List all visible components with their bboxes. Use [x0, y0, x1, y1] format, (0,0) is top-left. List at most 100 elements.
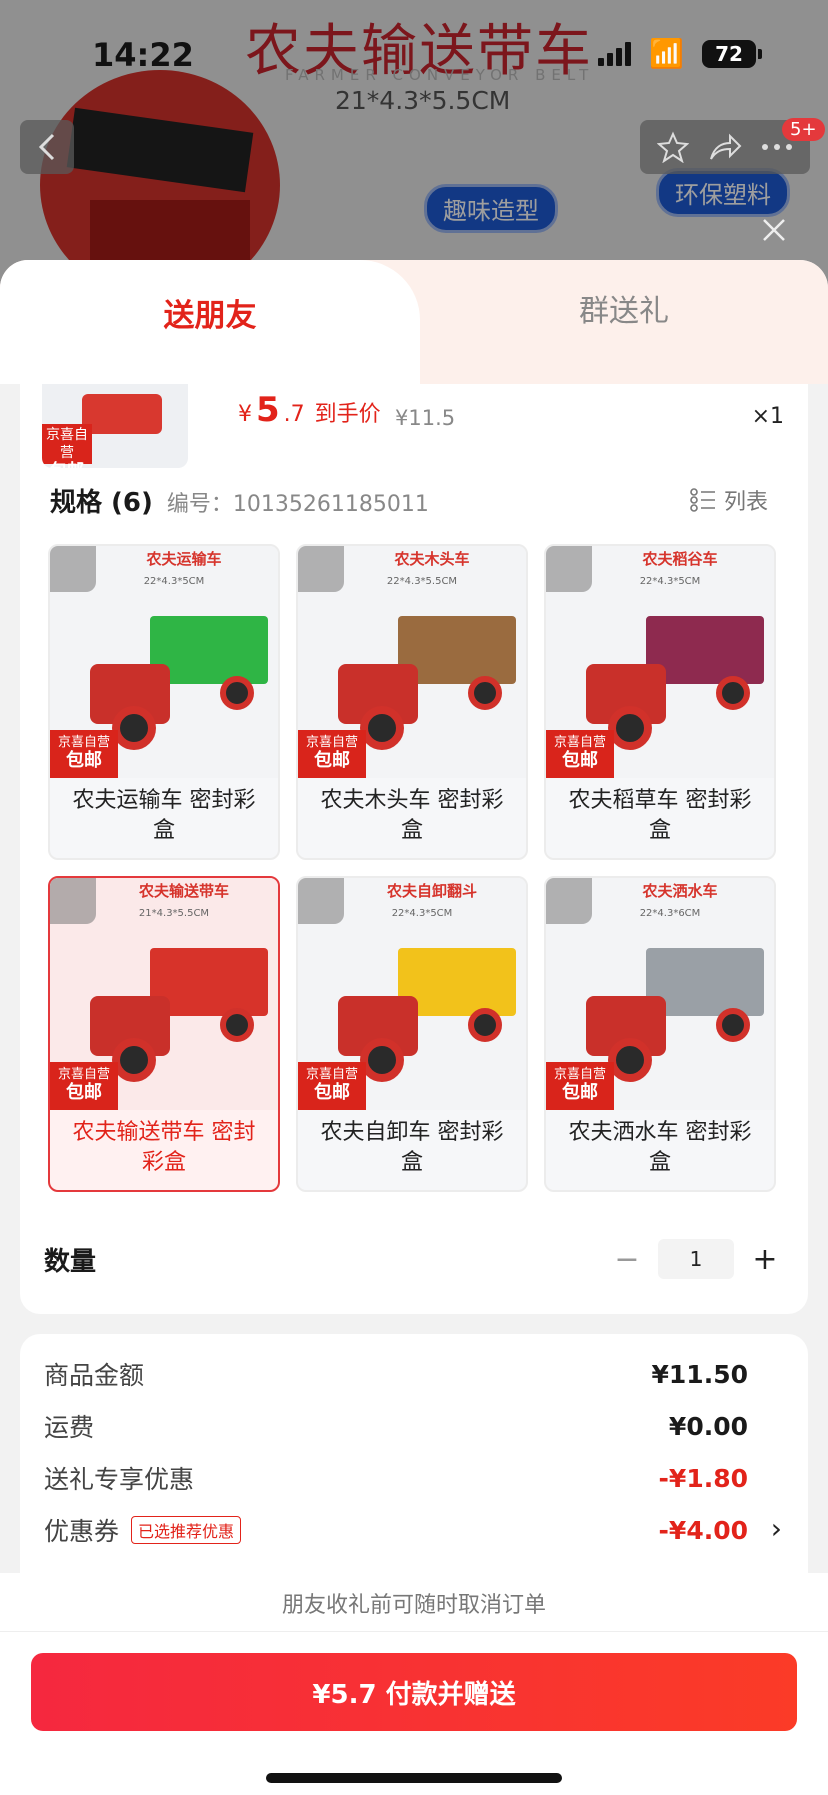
pay-and-gift-button[interactable]: ¥5.7 付款并赠送	[31, 1653, 797, 1731]
zoom-icon[interactable]	[546, 546, 592, 592]
wheel-shape	[468, 676, 502, 710]
spec-title: 规格 (6)	[50, 488, 153, 518]
spec-option-image: 农夫自卸翻斗 22*4.3*5CM 京喜自营 包邮	[298, 878, 526, 1110]
cart-badge: 5+	[782, 118, 825, 141]
spec-option-image: 农夫洒水车 22*4.3*6CM 京喜自营 包邮	[546, 878, 774, 1110]
original-price: ¥11.5	[395, 406, 456, 430]
spec-option[interactable]: 农夫木头车 22*4.3*5.5CM 京喜自营 包邮 农夫木头车 密封彩盒	[296, 544, 528, 860]
spec-option-label: 农夫运输车 密封彩盒	[72, 788, 256, 843]
decrease-button[interactable]: −	[608, 1240, 646, 1278]
spec-option[interactable]: 农夫稻谷车 22*4.3*5CM 京喜自营 包邮农夫稻草车 密封彩盒	[544, 544, 776, 860]
star-icon[interactable]	[657, 131, 690, 163]
summary-row-coupon[interactable]: 优惠券 已选推荐优惠 -¥4.00	[44, 1510, 748, 1550]
self-operated-badge: 京喜自营 包邮	[546, 730, 614, 778]
badge-text: 包邮	[66, 1082, 102, 1103]
price-decimal: .7	[283, 402, 305, 427]
divider	[0, 1631, 828, 1632]
summary-row-shipping: 运费 ¥0.00	[44, 1406, 748, 1446]
close-button[interactable]	[756, 212, 792, 248]
summary-label: 商品金额	[44, 1361, 145, 1390]
spec-option[interactable]: 农夫洒水车 22*4.3*6CM 京喜自营 包邮农夫洒水车 密封彩盒	[544, 876, 776, 1192]
self-operated-badge: 京喜自营 包邮	[298, 730, 366, 778]
wheel-shape	[112, 706, 156, 750]
back-button[interactable]	[20, 120, 74, 174]
badge-text: 包邮	[562, 1082, 598, 1103]
spec-option-label: 农夫自卸车 密封彩盒	[320, 1120, 504, 1175]
badge-text: 京喜自营	[553, 1067, 606, 1082]
summary-label: 运费	[44, 1413, 95, 1442]
summary-label: 优惠券 已选推荐优惠	[44, 1512, 242, 1548]
self-operated-badge: 京喜自营 包邮	[546, 1062, 614, 1110]
quantity-row: 数量 − 1 +	[44, 1239, 784, 1279]
spec-option[interactable]: 农夫输送带车 21*4.3*5.5CM 京喜自营 包邮农夫输送带车 密封彩盒	[48, 876, 280, 1192]
share-icon[interactable]	[708, 131, 742, 163]
self-operated-badge: 京喜自营 包邮	[50, 730, 118, 778]
wheel-shape	[608, 1038, 652, 1082]
wheel-shape	[360, 706, 404, 750]
badge-text: 包邮	[42, 462, 92, 468]
badge-text: 包邮	[66, 750, 102, 771]
product-image	[82, 394, 162, 434]
spec-option-label: 农夫输送带车 密封彩盒	[72, 1120, 256, 1175]
wifi-icon: 📶	[649, 37, 684, 70]
summary-value: -¥4.00	[658, 1515, 748, 1545]
price-label: 到手价	[314, 402, 381, 427]
home-indicator	[266, 1773, 562, 1783]
coupon-label: 优惠券	[44, 1517, 120, 1546]
badge-text: 京喜自营	[57, 735, 110, 750]
badge-text: 包邮	[314, 1082, 350, 1103]
badge-text: 京喜自营	[553, 735, 606, 750]
zoom-icon[interactable]	[50, 546, 96, 592]
summary-row-gift-discount: 送礼专享优惠 -¥1.80	[44, 1458, 748, 1498]
tab-send-friend[interactable]: 送朋友	[0, 260, 420, 384]
zoom-icon[interactable]	[298, 546, 344, 592]
spec-header: 规格 (6) 编号：10135261185011	[50, 482, 429, 519]
tab-bar: 群送礼 送朋友	[0, 260, 828, 384]
wheel-shape	[716, 1008, 750, 1042]
cancel-notice: 朋友收礼前可随时取消订单	[281, 1593, 546, 1618]
price-currency: ¥	[238, 402, 252, 427]
badge-text: 京喜自营	[57, 1067, 110, 1082]
product-card: 京喜自营 包邮 ¥ 5 .7 到手价 ¥11.5 ×1 规格 (6) 编号：10…	[20, 384, 808, 1314]
wheel-shape	[112, 1038, 156, 1082]
list-view-label: 列表	[723, 490, 768, 515]
summary-row-goods: 商品金额 ¥11.50	[44, 1354, 748, 1394]
spec-option-image: 农夫输送带车 21*4.3*5.5CM 京喜自营 包邮	[50, 878, 278, 1110]
summary-value: ¥0.00	[668, 1411, 748, 1441]
spec-option-label: 农夫稻草车 密封彩盒	[568, 788, 752, 843]
signal-icon	[598, 42, 632, 66]
increase-button[interactable]: +	[746, 1240, 784, 1278]
list-icon	[690, 488, 715, 512]
chevron-left-icon	[38, 133, 55, 161]
quantity-input[interactable]: 1	[658, 1239, 734, 1279]
spec-option-image: 农夫木头车 22*4.3*5.5CM 京喜自营 包邮	[298, 546, 526, 778]
list-view-toggle[interactable]: 列表	[690, 484, 768, 516]
tab-group-gift[interactable]: 群送礼	[420, 260, 828, 356]
wheel-shape	[716, 676, 750, 710]
wheel-shape	[360, 1038, 404, 1082]
badge-text: 包邮	[314, 750, 350, 771]
more-icon[interactable]	[761, 142, 793, 152]
quantity-stepper: − 1 +	[608, 1239, 784, 1279]
footer-bar: 朋友收礼前可随时取消订单 ¥5.7 付款并赠送	[0, 1573, 828, 1795]
zoom-icon[interactable]	[298, 878, 344, 924]
spec-option-label: 农夫洒水车 密封彩盒	[568, 1120, 752, 1175]
gift-sheet: 群送礼 送朋友 京喜自营 包邮 ¥ 5 .7 到手价 ¥11.5 ×1 规格 (…	[0, 260, 828, 1795]
chevron-right-icon[interactable]: ›	[771, 1512, 782, 1545]
summary-value: -¥1.80	[658, 1463, 748, 1493]
spec-option[interactable]: 农夫自卸翻斗 22*4.3*5CM 京喜自营 包邮农夫自卸车 密封彩盒	[296, 876, 528, 1192]
quantity-mark: ×1	[751, 404, 784, 429]
self-operated-badge: 京喜自营 包邮	[298, 1062, 366, 1110]
self-operated-badge: 京喜自营 包邮	[50, 1062, 118, 1110]
summary-value: ¥11.50	[651, 1359, 748, 1389]
zoom-icon[interactable]	[546, 878, 592, 924]
status-icons: 📶 72	[598, 37, 762, 70]
close-icon	[763, 219, 785, 241]
spec-option[interactable]: 农夫运输车 22*4.3*5CM 京喜自营 包邮 农夫运输车 密封彩盒	[48, 544, 280, 860]
spec-option-image: 农夫稻谷车 22*4.3*5CM 京喜自营 包邮	[546, 546, 774, 778]
status-time: 14:22	[92, 36, 194, 74]
badge-text: 京喜自营	[305, 1067, 358, 1082]
battery-icon: 72	[702, 40, 762, 68]
zoom-icon[interactable]	[50, 878, 96, 924]
wheel-shape	[220, 1008, 254, 1042]
